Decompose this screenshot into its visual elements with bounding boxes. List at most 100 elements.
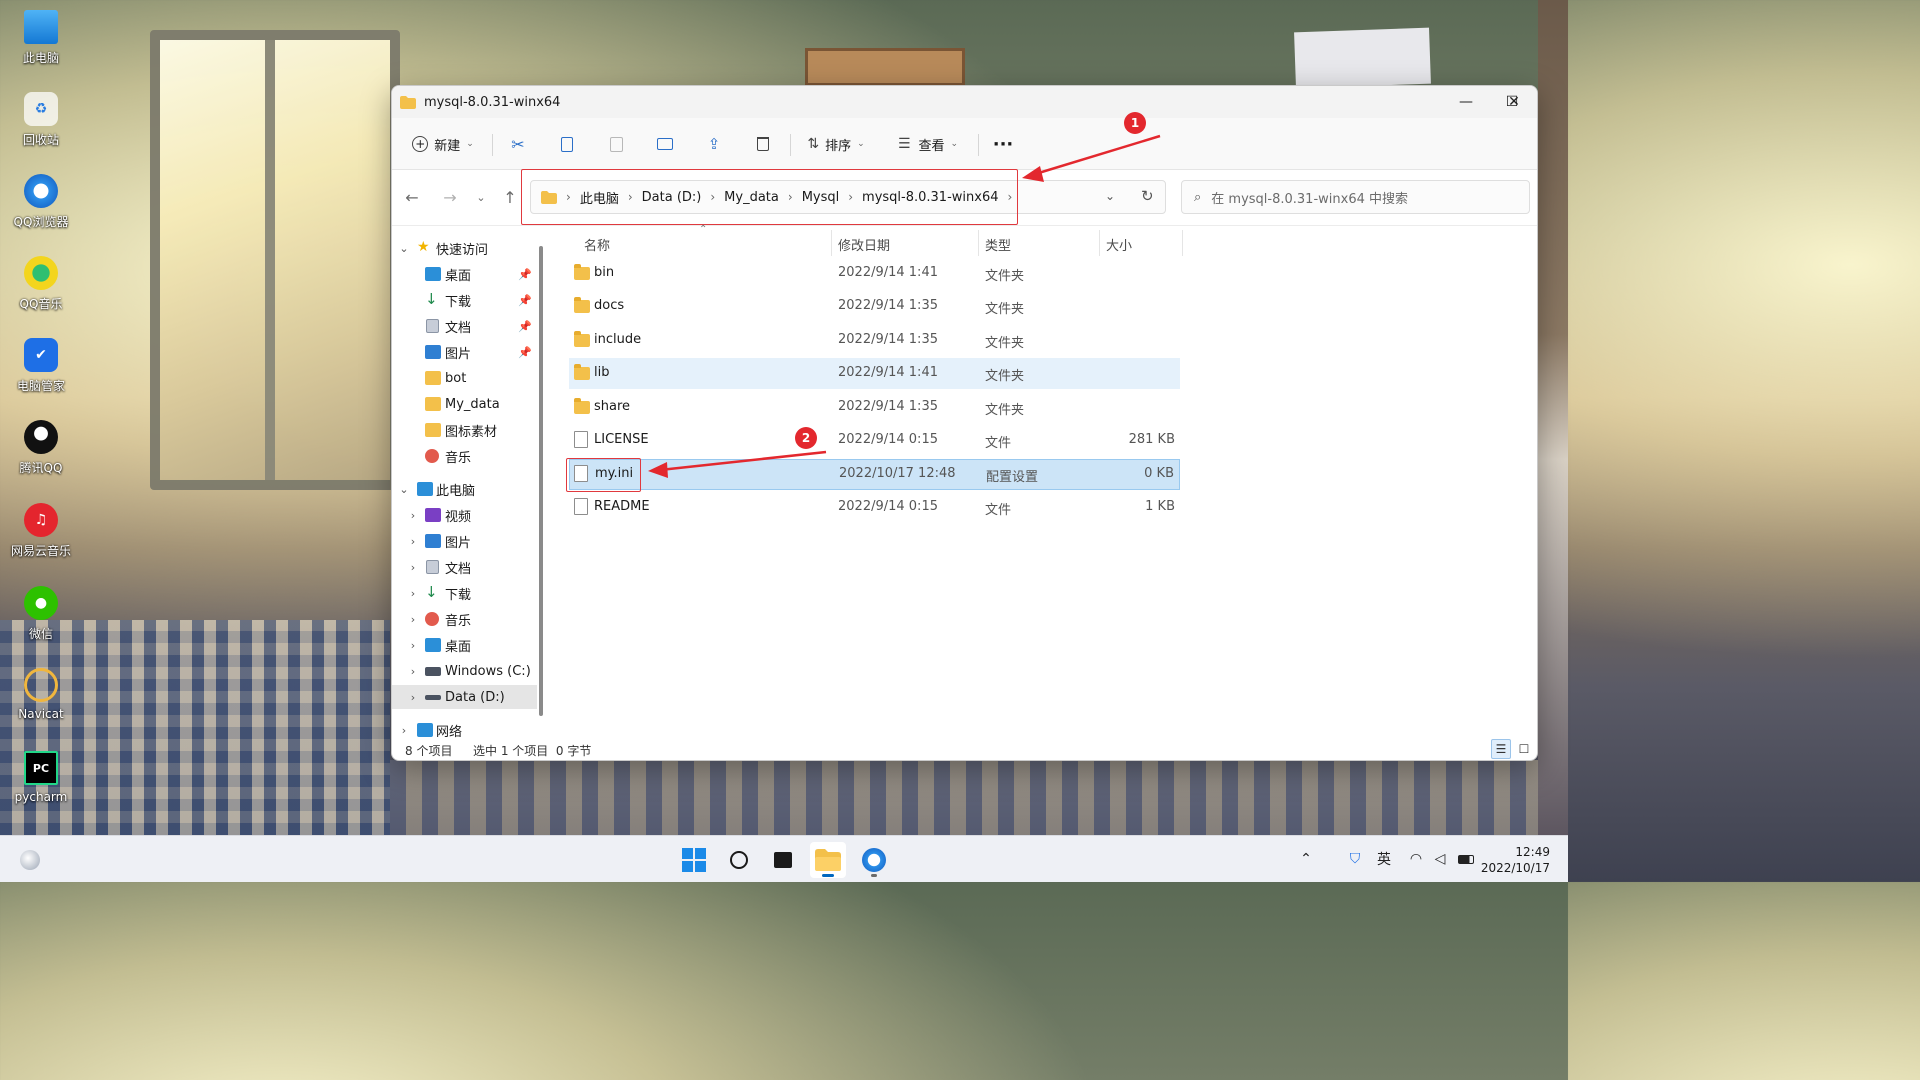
desktop-icon-qq-music[interactable]: QQ音乐 — [6, 250, 76, 326]
paste-button[interactable] — [602, 128, 630, 160]
start-button[interactable] — [676, 842, 712, 878]
file-date: 2022/9/14 0:15 — [838, 432, 938, 447]
tree-item-pc-downloads[interactable]: › ↓ 下载 — [392, 581, 537, 605]
column-divider[interactable] — [1099, 230, 1100, 256]
desktop-icon-wechat[interactable]: ● 微信 — [6, 580, 76, 656]
computer-icon — [417, 482, 433, 496]
recent-locations-button[interactable]: ⌄ — [469, 184, 493, 210]
desktop-icon-pycharm[interactable]: PC pycharm — [6, 745, 76, 821]
tree-label: 图片 — [445, 346, 472, 362]
tree-item-videos[interactable]: › 视频 — [392, 503, 537, 527]
file-row[interactable]: README 2022/9/14 0:15 文件 1 KB — [569, 492, 1180, 523]
desktop-icon-qq-browser[interactable]: QQ浏览器 — [6, 168, 76, 244]
title-bar[interactable]: mysql-8.0.31-winx64 — ☐ — [392, 86, 1537, 118]
folder-icon — [574, 398, 590, 414]
column-divider[interactable] — [1182, 230, 1183, 256]
desktop-icon-qq[interactable]: 腾讯QQ — [6, 414, 76, 490]
tree-item-pc-music[interactable]: › 音乐 — [392, 607, 537, 631]
share-button[interactable]: ⇪ — [700, 128, 728, 160]
column-header-size[interactable]: 大小 — [1106, 232, 1132, 256]
battery-icon[interactable] — [1455, 848, 1477, 870]
desktop-icon-label: 电脑管家 — [16, 379, 65, 393]
up-button[interactable]: ↑ — [498, 184, 522, 210]
tree-item-music[interactable]: 音乐 — [392, 444, 537, 468]
widgets-button[interactable] — [12, 842, 48, 878]
search-button[interactable] — [721, 842, 757, 878]
file-type: 文件夹 — [985, 403, 1025, 418]
file-type: 文件夹 — [985, 369, 1025, 384]
file-row[interactable]: include 2022/9/14 1:35 文件夹 — [569, 325, 1180, 356]
network-icon — [417, 723, 433, 737]
column-header-name[interactable]: 名称 — [584, 232, 610, 256]
address-history-button[interactable]: ⌄ — [1105, 189, 1115, 203]
back-button[interactable]: ← — [400, 184, 424, 210]
column-header-date[interactable]: 修改日期 — [838, 232, 890, 256]
toolbar-divider — [492, 134, 493, 156]
new-button[interactable]: + 新建 ⌄ — [406, 128, 480, 160]
system-clock[interactable]: 12:49 2022/10/17 — [1480, 844, 1550, 876]
file-explorer-taskbar-button[interactable] — [810, 842, 846, 878]
volume-icon[interactable]: ◁ — [1430, 848, 1450, 870]
file-row[interactable]: lib 2022/9/14 1:41 文件夹 — [569, 358, 1180, 389]
tree-item-pc-pictures[interactable]: › 图片 — [392, 529, 537, 553]
qq-browser-taskbar-button[interactable] — [856, 842, 892, 878]
wifi-icon[interactable]: ◠ — [1405, 848, 1427, 870]
column-divider[interactable] — [831, 230, 832, 256]
details-view-button[interactable]: ☰ — [1491, 739, 1511, 759]
tree-this-pc[interactable]: ⌄ 此电脑 — [392, 477, 537, 501]
desktop-icon-recycle-bin[interactable]: ♻ 回收站 — [6, 86, 76, 162]
tree-item-pictures[interactable]: 图片 📌 — [392, 340, 537, 364]
view-button[interactable]: ☰ 查看 ⌄ — [892, 128, 964, 160]
tree-item-documents[interactable]: 文档 📌 — [392, 314, 537, 338]
rename-button[interactable] — [651, 128, 679, 160]
cut-button[interactable]: ✂ — [504, 128, 532, 160]
tray-overflow-button[interactable]: ⌃ — [1297, 848, 1315, 870]
refresh-button[interactable]: ↻ — [1141, 187, 1154, 205]
file-row[interactable]: share 2022/9/14 1:35 文件夹 — [569, 392, 1180, 423]
tree-item-drive-c[interactable]: › Windows (C:) — [392, 659, 537, 683]
delete-button[interactable] — [749, 128, 777, 160]
close-button[interactable]: ✕ — [1491, 86, 1537, 118]
tree-item-drive-d[interactable]: › Data (D:) — [392, 685, 537, 709]
more-options-button[interactable]: ··· — [988, 128, 1018, 160]
desktop-icon-netease-music[interactable]: ♫ 网易云音乐 — [6, 497, 76, 573]
tree-item-icon-assets[interactable]: 图标素材 — [392, 418, 537, 442]
tree-item-pc-desktop[interactable]: › 桌面 — [392, 633, 537, 657]
desktop-icon-navicat[interactable]: Navicat — [6, 662, 76, 738]
task-view-button[interactable] — [765, 842, 801, 878]
pictures-icon — [425, 345, 441, 359]
search-input[interactable]: ⌕ 在 mysql-8.0.31-winx64 中搜索 — [1181, 180, 1530, 214]
pc-manager-tray-icon[interactable]: ⛉ — [1345, 848, 1365, 870]
forward-button[interactable]: → — [438, 184, 462, 210]
large-icons-view-button[interactable]: ☐ — [1514, 739, 1534, 759]
column-divider[interactable] — [978, 230, 979, 256]
command-bar: + 新建 ⌄ ✂ ⇪ ⇅ 排序 ⌄ ☰ 查看 ⌄ ··· — [392, 118, 1537, 170]
file-row-selected[interactable]: my.ini 2022/10/17 12:48 配置设置 0 KB — [569, 459, 1180, 490]
file-row[interactable]: docs 2022/9/14 1:35 文件夹 — [569, 291, 1180, 322]
column-header-type[interactable]: 类型 — [985, 232, 1011, 256]
copy-button[interactable] — [553, 128, 581, 160]
minimize-button-hitbox[interactable] — [1444, 86, 1490, 118]
tree-item-my-data[interactable]: My_data — [392, 392, 537, 416]
tree-item-downloads[interactable]: ↓ 下载 📌 — [392, 288, 537, 312]
desktop-icon-pc-manager[interactable]: ✔ 电脑管家 — [6, 332, 76, 408]
tree-quick-access[interactable]: ⌄ ★ 快速访问 — [392, 236, 537, 260]
sidebar-scrollbar[interactable] — [539, 246, 543, 716]
tree-label: My_data — [445, 396, 500, 412]
windows-drive-icon — [425, 667, 441, 676]
file-date: 2022/9/14 0:15 — [838, 499, 938, 514]
sort-button[interactable]: ⇅ 排序 ⌄ — [802, 128, 870, 160]
chevron-right-icon: › — [401, 723, 407, 737]
chevron-right-icon: › — [410, 612, 416, 626]
tree-item-bot[interactable]: bot — [392, 366, 537, 390]
tree-item-desktop[interactable]: 桌面 📌 — [392, 262, 537, 286]
weather-icon — [20, 850, 40, 870]
chevron-right-icon: › — [410, 664, 416, 678]
tree-item-pc-documents[interactable]: › 文档 — [392, 555, 537, 579]
view-button-label: 查看 — [918, 138, 945, 154]
file-name: bin — [594, 265, 615, 280]
file-row[interactable]: bin 2022/9/14 1:41 文件夹 — [569, 258, 1180, 289]
desktop-icon-this-pc[interactable]: 此电脑 — [6, 4, 76, 80]
input-method-indicator[interactable]: 英 — [1373, 848, 1395, 870]
file-row[interactable]: LICENSE 2022/9/14 0:15 文件 281 KB — [569, 425, 1180, 456]
